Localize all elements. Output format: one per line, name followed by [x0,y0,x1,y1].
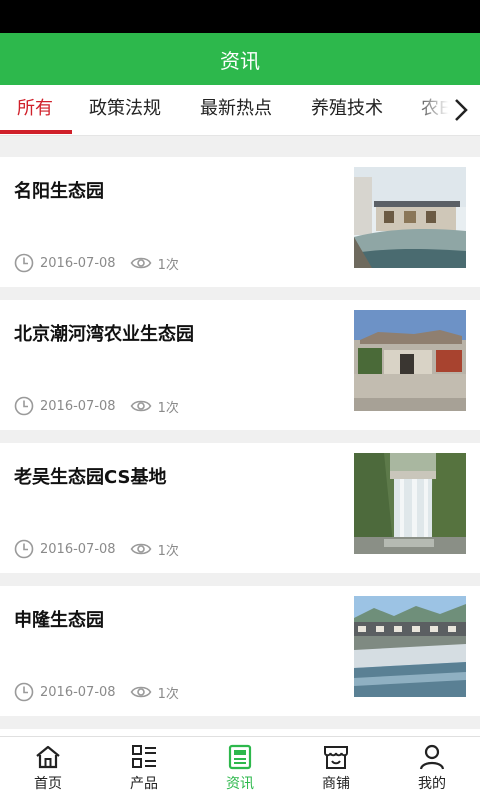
article-thumbnail[interactable] [354,453,466,554]
article-views: 1次 [157,257,179,273]
eye-icon [130,543,151,555]
list-item[interactable]: 名阳生态园 2016-07-08 1次 [0,157,480,287]
active-tab-indicator [0,130,72,134]
article-title[interactable]: 老吴生态园CS基地 [14,463,167,489]
list-item[interactable]: 老吴生态园CS基地 2016-07-08 1次 [0,443,480,573]
clock-icon [14,253,34,273]
article-thumbnail[interactable] [354,596,466,697]
article-thumbnail[interactable] [354,167,466,268]
clock-icon [14,539,34,559]
nav-home[interactable]: 首页 [0,743,96,799]
home-icon [36,745,60,769]
article-meta: 2016-07-08 1次 [14,396,179,416]
article-views: 1次 [157,686,179,702]
article-views: 1次 [157,400,179,416]
nav-mine-label: 我的 [418,776,446,792]
nav-products[interactable]: 产品 [96,743,192,799]
category-tabs: 所有 政策法规 最新热点 养殖技术 农E [0,85,480,136]
eye-icon [130,400,151,412]
nav-news[interactable]: 资讯 [192,743,288,799]
shop-icon [324,746,348,769]
article-meta: 2016-07-08 1次 [14,682,179,702]
tab-breeding[interactable]: 养殖技术 [311,85,383,133]
article-title[interactable]: 名阳生态园 [14,177,104,203]
page-title: 资讯 [220,48,260,73]
grid-list-icon [132,745,156,768]
article-date: 2016-07-08 [40,684,116,700]
article-title[interactable]: 申隆生态园 [14,606,104,632]
header-bar: 资讯 [0,33,480,85]
eye-icon [130,686,151,698]
article-date: 2016-07-08 [40,255,116,271]
article-thumbnail[interactable] [354,310,466,411]
article-date: 2016-07-08 [40,398,116,414]
article-views: 1次 [157,543,179,559]
bottom-nav: 首页 产品 资讯 商铺 我的 [0,736,480,801]
chevron-right-icon[interactable] [450,97,472,123]
tab-hot-news[interactable]: 最新热点 [200,85,272,133]
eye-icon [130,257,151,269]
status-bar [0,0,480,33]
tab-policy[interactable]: 政策法规 [89,85,161,133]
list-item[interactable]: 北京潮河湾农业生态园 2016-07-08 1次 [0,300,480,430]
article-title[interactable]: 北京潮河湾农业生态园 [14,320,194,346]
clock-icon [14,682,34,702]
list-item[interactable]: 申隆生态园 2016-07-08 1次 [0,586,480,716]
nav-shop[interactable]: 商铺 [288,743,384,799]
article-date: 2016-07-08 [40,541,116,557]
nav-news-label: 资讯 [226,776,254,792]
tab-all[interactable]: 所有 [17,85,53,133]
user-icon [419,744,445,770]
article-meta: 2016-07-08 1次 [14,253,179,273]
news-icon [228,744,252,770]
nav-shop-label: 商铺 [322,776,350,792]
article-meta: 2016-07-08 1次 [14,539,179,559]
nav-mine[interactable]: 我的 [384,743,480,799]
clock-icon [14,396,34,416]
nav-products-label: 产品 [130,776,158,792]
nav-home-label: 首页 [34,776,62,792]
